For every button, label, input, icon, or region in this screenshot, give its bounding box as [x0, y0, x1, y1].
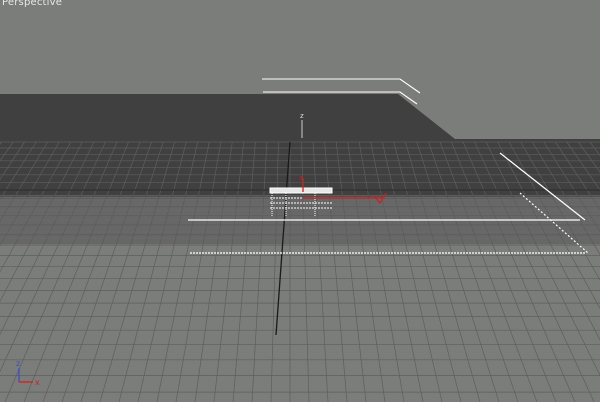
pivot-label: z: [300, 112, 304, 120]
viewport-label[interactable]: Perspective: [2, 0, 62, 8]
perspective-viewport[interactable]: z z z x Perspective: [0, 0, 600, 402]
tripod-z-label: z: [16, 359, 20, 368]
axis-tripod: z x: [16, 359, 40, 387]
gizmo-z-label: z: [299, 174, 303, 182]
tripod-x-label: x: [35, 378, 40, 387]
scene-canvas[interactable]: z z z x: [0, 0, 600, 402]
